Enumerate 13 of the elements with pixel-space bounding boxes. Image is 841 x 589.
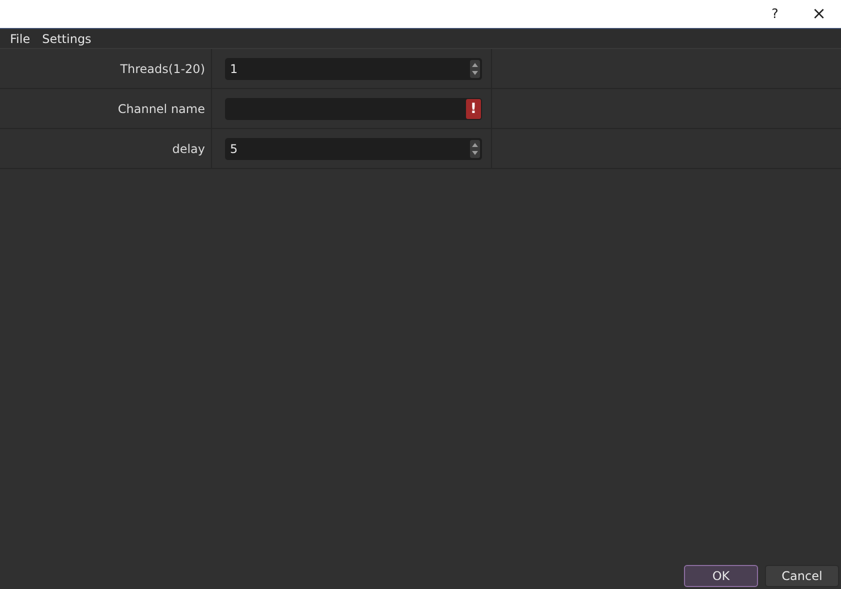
spin-box[interactable]: 1 xyxy=(225,58,482,80)
field-label: delay xyxy=(172,142,205,156)
ok-button[interactable]: OK xyxy=(684,565,758,587)
error-icon: ! xyxy=(466,98,481,118)
spin-arrows-icon[interactable] xyxy=(470,60,480,78)
menu-item[interactable]: File xyxy=(4,32,36,46)
field-label: Channel name xyxy=(118,102,205,116)
menu-item[interactable]: Settings xyxy=(36,32,98,46)
spin-arrows-icon[interactable] xyxy=(470,140,480,158)
field-label: Threads(1-20) xyxy=(120,62,205,76)
spin-box[interactable]: 5 xyxy=(225,138,482,160)
cancel-button[interactable]: Cancel xyxy=(765,565,839,587)
input-field[interactable]: ! xyxy=(225,98,482,120)
